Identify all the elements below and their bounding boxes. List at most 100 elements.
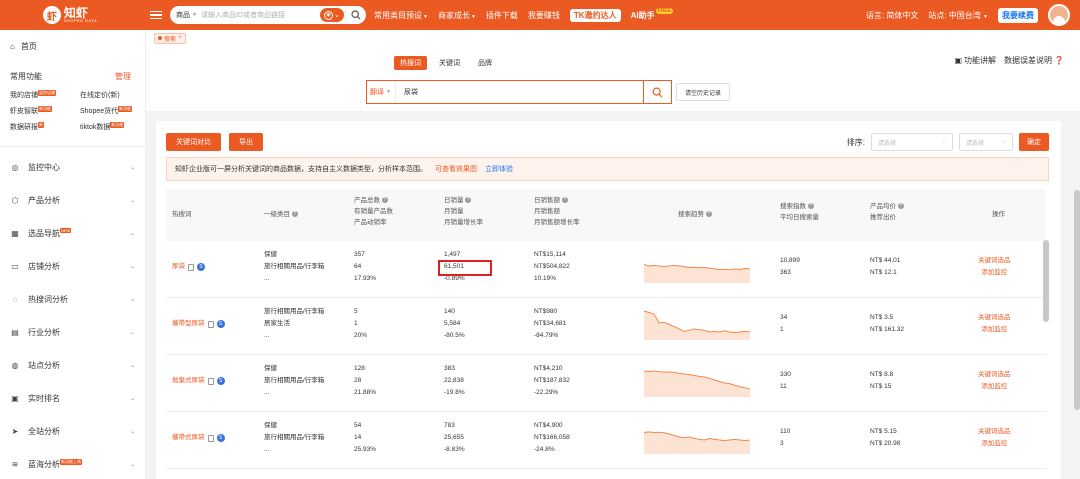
keyword-compare-button[interactable]: 关键词对比: [166, 133, 221, 151]
add-monitor-link[interactable]: 添加监控: [978, 438, 1011, 450]
tab-brand[interactable]: 品牌: [472, 56, 498, 70]
logo[interactable]: 虾 知虾 SHOPEE DATA: [0, 0, 140, 30]
sidebar-item-store-analysis[interactable]: ▭ 店铺分析 ⌄: [10, 250, 145, 283]
menu-toggle-icon[interactable]: [150, 9, 162, 22]
send-icon: ➤: [11, 427, 19, 436]
export-button[interactable]: 导出: [229, 133, 263, 151]
tab-hot-keyword[interactable]: 热搜词: [394, 56, 427, 70]
sidebar-item-site[interactable]: ◍ 站点分析 ⌄: [10, 349, 145, 382]
quick-link[interactable]: 我的店铺监控店铺: [10, 90, 80, 100]
sort-select-1[interactable]: 请选择 ⌄: [871, 133, 953, 151]
shopee-icon[interactable]: S: [216, 320, 225, 328]
sidebar-item-industry[interactable]: ▤ 行业分析 ⌄: [10, 316, 145, 349]
question-icon: ❓: [1054, 56, 1064, 65]
header-keyword[interactable]: 热搜词: [172, 209, 192, 220]
keyword-link[interactable]: 攜帶式尿袋 S: [172, 432, 225, 444]
keyword-input[interactable]: 尿袋: [396, 87, 643, 97]
global-search: 商品 ▼ 请输入商品ID或者商品链接 ◉ ⌄: [170, 6, 366, 24]
feature-guide-link[interactable]: ▣ 功能讲解: [954, 55, 996, 66]
category-cell: 保健 旅行相關用品/行李箱...: [264, 422, 325, 453]
quick-link[interactable]: tiktok数据新功能: [80, 122, 140, 132]
translate-select[interactable]: 翻译 ▼: [367, 81, 396, 103]
renew-button[interactable]: 我要续费: [998, 7, 1038, 23]
quick-link[interactable]: Shopee货代新功能: [80, 106, 140, 116]
sidebar-item-hot-keyword[interactable]: ◌ 热搜词分析 ⌄: [10, 283, 145, 316]
search-input[interactable]: 请输入商品ID或者商品链接: [201, 10, 320, 20]
sidebar-item-product-nav[interactable]: ▦ 选品导航NEW ⌄: [10, 217, 145, 250]
nav-category-preset[interactable]: 常用类目预设▼: [374, 10, 428, 21]
language-select[interactable]: 语言: 简体中文: [866, 10, 918, 21]
copy-icon[interactable]: [207, 320, 214, 328]
revenue-cell: NT$15,114 NT$504,822 10.19%: [534, 251, 570, 282]
add-monitor-link[interactable]: 添加监控: [978, 267, 1011, 279]
tab-keyword[interactable]: 关键词: [433, 56, 466, 70]
chat-icon: ◌: [12, 295, 18, 304]
search-index-cell: 110 3: [780, 428, 791, 447]
search-category-select[interactable]: 商品 ▼: [176, 10, 197, 20]
rank-icon: ▣: [11, 394, 19, 403]
quick-link[interactable]: 虾皮智联新功能: [10, 106, 80, 116]
nav-plugin-download[interactable]: 插件下载: [486, 10, 518, 21]
header-search-index[interactable]: 搜索指数 ? 平均日搜索量: [780, 201, 819, 223]
page-scrollbar[interactable]: [1074, 190, 1080, 410]
header-revenue[interactable]: 日销售额 ? 月销售额 月销售额增长率: [534, 195, 580, 228]
sidebar: ⌂ 首页 常用功能 管理 我的店铺监控店铺 在线定价(新) 虾皮智联新功能 Sh…: [0, 30, 146, 479]
copy-icon[interactable]: [207, 377, 214, 385]
add-monitor-link[interactable]: 添加监控: [978, 324, 1011, 336]
tab-search[interactable]: 搜索 ×: [154, 32, 186, 44]
sidebar-item-realtime-rank[interactable]: ▣ 实时排名 ⌄: [10, 382, 145, 415]
sales-cell: 140 5,584 -80.5%: [444, 308, 465, 339]
keyword-select-link[interactable]: 关键词选品: [978, 312, 1011, 324]
shopee-icon[interactable]: S: [216, 434, 225, 442]
clear-history-button[interactable]: 请空历史记录: [676, 83, 731, 101]
sidebar-item-site-wide[interactable]: ➤ 全站分析 ⌄: [10, 415, 145, 448]
search-icon[interactable]: [345, 7, 365, 23]
quick-link[interactable]: 数据研报新: [10, 122, 80, 132]
nav-merchant-growth[interactable]: 商家成长▼: [438, 10, 476, 21]
table-scrollbar[interactable]: [1043, 240, 1049, 322]
chevron-down-icon: ▼: [386, 89, 391, 95]
quick-link[interactable]: 在线定价(新): [80, 90, 140, 100]
manage-link[interactable]: 管理: [115, 71, 131, 82]
grid-icon: ▦: [11, 229, 19, 238]
data-error-link[interactable]: 数据误差说明 ❓: [1004, 55, 1064, 66]
add-monitor-link[interactable]: 添加监控: [978, 381, 1011, 393]
keyword-link[interactable]: 尿袋 S: [172, 261, 205, 273]
keyword-select-link[interactable]: 关键词选品: [978, 426, 1011, 438]
sidebar-item-home[interactable]: ⌂ 首页: [10, 30, 145, 62]
avatar[interactable]: [1048, 4, 1070, 26]
keyword-select-link[interactable]: 关键词选品: [978, 369, 1011, 381]
image-search-button[interactable]: ◉ ⌄: [320, 8, 344, 22]
top-nav: 常用类目预设▼ 商家成长▼ 插件下载 我要赚钱 TK邀约达人 AI助手 FREE: [374, 8, 673, 22]
shopee-icon[interactable]: S: [197, 263, 205, 271]
keyword-link[interactable]: 攜帶型尿袋 S: [172, 318, 225, 330]
header-category[interactable]: 一级类目 ?: [264, 209, 298, 220]
tk-invite-button[interactable]: TK邀约达人: [569, 8, 621, 22]
header-trend[interactable]: 搜索趋势 ?: [678, 209, 712, 220]
header-products[interactable]: 产品总数 ? 有销量产品数 产品动销率: [354, 195, 393, 228]
copy-icon[interactable]: [207, 434, 214, 442]
view-sample-link[interactable]: 可查看效果图: [435, 164, 477, 174]
keyword-select-link[interactable]: 关键词选品: [978, 255, 1011, 267]
sidebar-item-blue-ocean[interactable]: ≋ 蓝海分析新功能上线 ⌄: [10, 448, 145, 479]
try-now-link[interactable]: 立即体验: [485, 164, 513, 174]
products-cell: 357 64 17.93%: [354, 251, 377, 282]
sidebar-item-monitor[interactable]: ◎ 监控中心 ⌄: [10, 151, 145, 184]
site-select[interactable]: 站点: 中国台湾 ▼: [928, 10, 988, 21]
nav-earn-money[interactable]: 我要赚钱: [528, 10, 560, 21]
search-icon[interactable]: [643, 81, 671, 103]
sidebar-item-product-analysis[interactable]: ⬡ 产品分析 ⌄: [10, 184, 145, 217]
ai-assistant-button[interactable]: AI助手 FREE: [631, 8, 673, 21]
keyword-link[interactable]: 抛棄式尿袋 S: [172, 375, 225, 387]
copy-icon[interactable]: [188, 263, 194, 271]
ops-cell: 关键词选品 添加监控: [978, 426, 1011, 450]
table-row: 攜帶型尿袋 S 旅行相關用品/行李箱 居家生活... 5 1 20% 140 5,584 -80.…: [166, 298, 1046, 355]
header-sales[interactable]: 日销量 ? 月销量 月销量增长率: [444, 195, 483, 228]
sort-select-2[interactable]: 请选择 ⌄: [959, 133, 1013, 151]
header-price[interactable]: 产品均价 ? 推荐出价: [870, 201, 904, 223]
logo-subtitle: SHOPEE DATA: [63, 18, 98, 23]
shopee-icon[interactable]: S: [216, 377, 225, 385]
category-cell: 保健 旅行相關用品/行李箱...: [264, 251, 325, 282]
close-icon[interactable]: ×: [178, 35, 182, 41]
confirm-button[interactable]: 确定: [1019, 133, 1049, 151]
